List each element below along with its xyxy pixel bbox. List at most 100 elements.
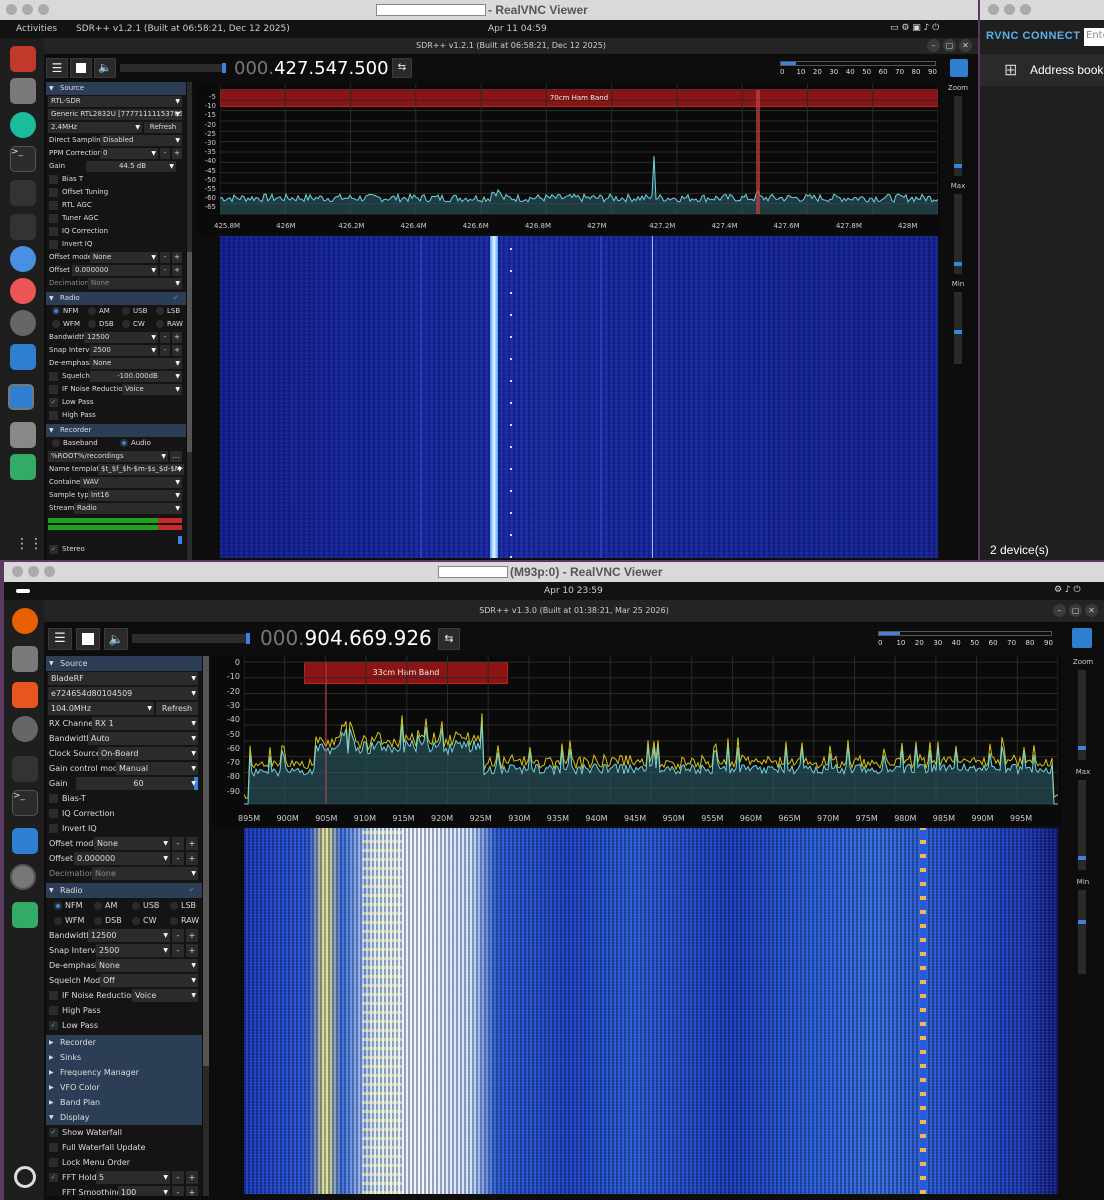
clock-2[interactable]: Apr 10 23:59 (544, 586, 603, 596)
high-pass-check[interactable]: High Pass (46, 409, 186, 422)
app-menu[interactable]: SDR++ v1.2.1 (Built at 06:58:21, Dec 12 … (76, 24, 290, 34)
device-select-2[interactable]: BladeRF (46, 671, 202, 686)
frequency-display-2[interactable]: 000.904.669.926 (260, 626, 432, 650)
volume-icon[interactable]: 🔈 (94, 58, 116, 78)
fft-smoothing-input[interactable]: 100 (118, 1186, 170, 1196)
sinks-header[interactable]: Sinks (46, 1050, 202, 1065)
direct-sampling-select[interactable]: Disabled (100, 135, 182, 146)
monitor-icon-2[interactable] (10, 214, 36, 240)
tray-icons[interactable]: ▭ ⚙ ▣ ♪ ⏻ (890, 23, 939, 33)
am-radio[interactable]: AM (88, 305, 110, 318)
gain-mode-select[interactable]: Manual (116, 762, 198, 775)
bias-t-check[interactable]: Bias T (46, 173, 186, 186)
lsb-radio[interactable]: LSB (156, 305, 180, 318)
wfm-radio-2[interactable]: WFM (54, 913, 84, 928)
ssd-icon[interactable] (10, 422, 36, 448)
deemph-select[interactable]: None (90, 358, 182, 369)
invert-iq-check-2[interactable]: Invert IQ (46, 821, 202, 836)
offset-mode-plus-2[interactable]: + (186, 837, 198, 850)
fft-smooth-minus[interactable]: - (172, 1186, 184, 1196)
dsb-radio-2[interactable]: DSB (94, 913, 122, 928)
tuning-mode-button-2[interactable]: ⇆ (438, 628, 460, 650)
offset-mode-minus-2[interactable]: - (172, 837, 184, 850)
stream-select[interactable]: Radio (74, 503, 182, 514)
bandwidth-select-2[interactable]: Auto (88, 732, 198, 745)
gain-slider-2[interactable]: 60 (76, 777, 198, 790)
bw-plus-2[interactable]: + (186, 929, 198, 942)
snap-minus-2[interactable]: - (172, 944, 184, 957)
offset-plus[interactable]: + (172, 265, 182, 276)
terminal-icon-2[interactable]: >_ (12, 790, 38, 816)
source-header-2[interactable]: Source (46, 656, 202, 671)
low-pass-check-2[interactable]: ✓ Low Pass (46, 1018, 202, 1033)
invert-iq-check[interactable]: Invert IQ (46, 238, 186, 251)
rx-channel-select[interactable]: RX 1 (92, 717, 198, 730)
rvnc-window-controls[interactable] (988, 4, 1036, 18)
fft-plot-2[interactable]: 0 -10 -20 -30 -40 -50 -60 -70 -80 -90 33cm Ham Ba… (212, 656, 1062, 826)
samplerate-select[interactable]: 2.4MHz (48, 122, 142, 133)
device-select[interactable]: RTL-SDR (46, 95, 186, 108)
volume-icon-2[interactable]: 🔈 (104, 628, 128, 650)
offset-mode-minus[interactable]: - (160, 252, 170, 263)
radio-header-2[interactable]: Radio✓ (46, 883, 202, 898)
nfm-radio-2[interactable]: NFM (54, 898, 83, 913)
lock-menu-check[interactable]: Lock Menu Order (46, 1155, 202, 1170)
app-icon-red[interactable] (10, 46, 36, 72)
chromium-icon[interactable] (10, 246, 36, 272)
volume-slider[interactable] (120, 63, 226, 73)
menu-button[interactable]: ☰ (46, 58, 68, 78)
offset-input-2[interactable]: 0.000000 (74, 852, 170, 865)
ifnr-select-2[interactable]: Voice (132, 989, 198, 1002)
cw-radio[interactable]: CW (122, 318, 145, 331)
squelch-mode-select[interactable]: Off (100, 974, 198, 987)
usb-radio-2[interactable]: USB (132, 898, 159, 913)
bw-minus[interactable]: - (160, 332, 170, 343)
files-icon-2[interactable] (12, 646, 38, 672)
full-waterfall-check[interactable]: Full Waterfall Update (46, 1140, 202, 1155)
decimation-select-2[interactable]: None (92, 867, 198, 880)
snap-plus-2[interactable]: + (186, 944, 198, 957)
volume-slider-rec[interactable] (46, 535, 186, 544)
activities-pill[interactable] (16, 589, 30, 593)
ppm-plus[interactable]: + (172, 148, 182, 159)
sdrpp-icon-active[interactable] (8, 384, 34, 410)
offset-mode-plus[interactable]: + (172, 252, 182, 263)
play-stop-button[interactable] (70, 58, 92, 78)
app-icon-green[interactable] (10, 112, 36, 138)
offset-minus-2[interactable]: - (172, 852, 184, 865)
cw-radio-2[interactable]: CW (132, 913, 157, 928)
snap-plus[interactable]: + (172, 345, 182, 356)
bias-t-check-2[interactable]: Bias-T (46, 791, 202, 806)
trash-icon-2[interactable] (12, 902, 38, 928)
tray-icons-2[interactable]: ⚙ ♪ ⏻ (1054, 585, 1081, 595)
audio-radio[interactable]: Audio (120, 437, 151, 450)
settings-icon-2[interactable] (12, 716, 38, 742)
snap-minus[interactable]: - (160, 345, 170, 356)
offset-plus-2[interactable]: + (186, 852, 198, 865)
sdr-window-buttons[interactable]: – ▢ ✕ (924, 39, 972, 52)
iq-correction-check-2[interactable]: IQ Correction (46, 806, 202, 821)
decimation-select[interactable]: None (88, 278, 182, 289)
menu-button-2[interactable]: ☰ (48, 628, 72, 650)
panel-scrollbar-2[interactable] (203, 656, 209, 1196)
window-controls[interactable] (6, 4, 54, 18)
snap-input-2[interactable]: 2500 (96, 944, 170, 957)
waterfall-2[interactable] (244, 828, 1058, 1194)
ppm-minus[interactable]: - (160, 148, 170, 159)
panel-scrollbar-1[interactable] (187, 82, 192, 560)
band-plan-header[interactable]: Band Plan (46, 1095, 202, 1110)
recorder-header[interactable]: Recorder (46, 424, 186, 437)
radio-bandwidth-input[interactable]: 12500 (84, 332, 158, 343)
vfo-color-header[interactable]: VFO Color (46, 1080, 202, 1095)
squelch-slider[interactable]: -100.000dB (90, 371, 182, 382)
radio-bandwidth-input-2[interactable]: 12500 (88, 929, 170, 942)
dsb-radio[interactable]: DSB (88, 318, 114, 331)
fft-hold-plus[interactable]: + (186, 1171, 198, 1184)
ubuntu-logo-icon[interactable] (14, 1166, 36, 1188)
files-icon[interactable] (10, 78, 36, 104)
monitor-icon[interactable] (10, 180, 36, 206)
window-controls-2[interactable] (12, 566, 60, 580)
low-pass-check[interactable]: ✓ Low Pass (46, 396, 186, 409)
sdr-window-buttons-2[interactable]: – ▢ ✕ (1050, 604, 1098, 617)
rvnc-search-input[interactable]: Ente (1084, 28, 1104, 46)
